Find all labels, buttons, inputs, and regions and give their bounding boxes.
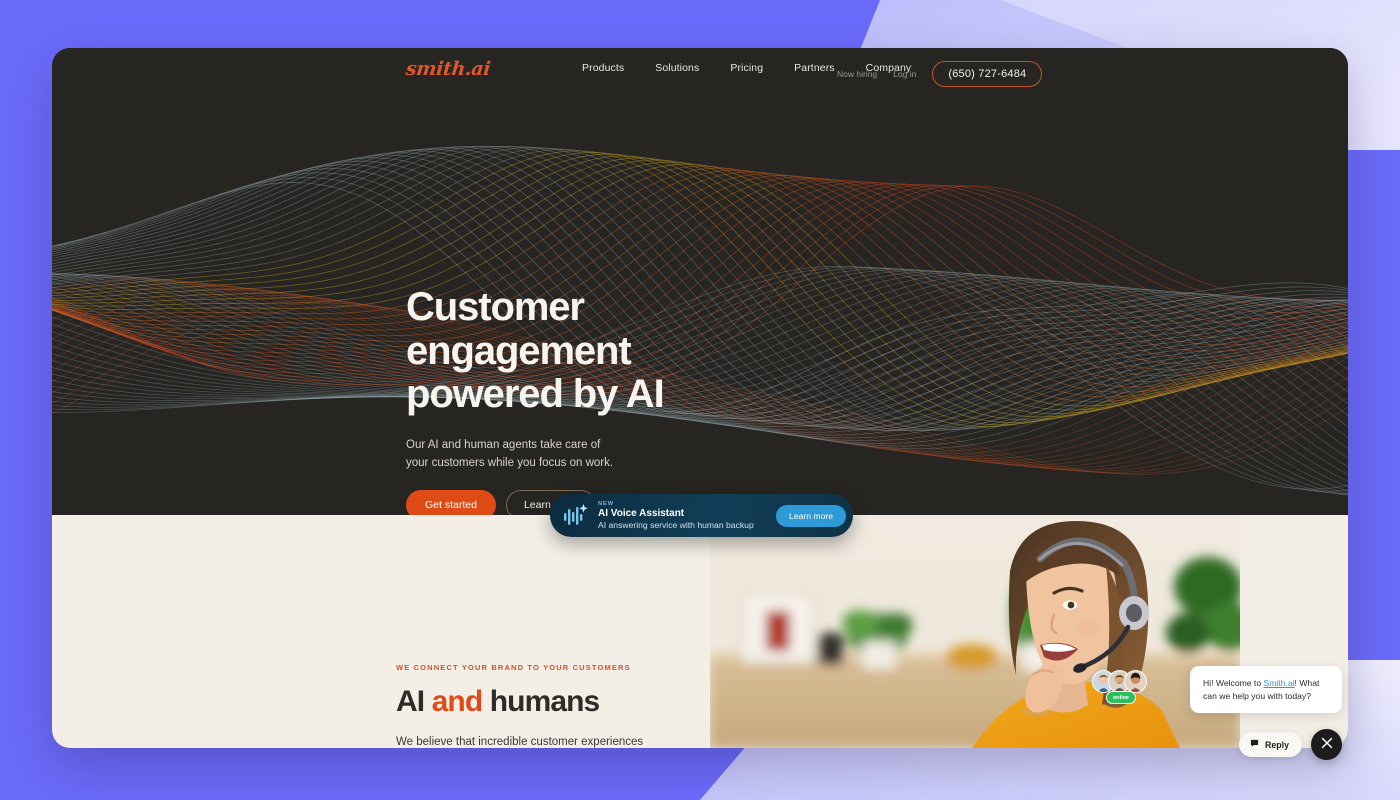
nav-item-products[interactable]: Products [582,62,624,74]
section-body: We believe that incredible customer expe… [396,736,644,748]
headline-line-1: Customer [406,285,585,329]
page-title: Customer engagement powered by AI [406,285,826,417]
chat-widget: online Hi! Welcome to Smith.ai! What can… [1092,666,1342,760]
banner-learn-more-button[interactable]: Learn more [776,504,846,527]
logo[interactable]: smith.ai [405,58,492,80]
phone-number-button[interactable]: (650) 727-6484 [932,61,1043,87]
nav-item-pricing[interactable]: Pricing [730,62,763,74]
avatar [1124,670,1147,694]
hero-copy: Customer engagement powered by AI Our AI… [406,285,826,515]
ai-voice-assistant-banner[interactable]: NEW AI Voice Assistant AI answering serv… [550,494,853,537]
website-card: smith.ai Products Solutions Pricing Part… [52,48,1348,748]
brand-copy: WE CONNECT YOUR BRAND TO YOUR CUSTOMERS … [396,663,696,748]
nav-item-partners[interactable]: Partners [794,62,834,74]
reply-button[interactable]: Reply [1239,732,1302,757]
nav-item-solutions[interactable]: Solutions [655,62,699,74]
hero-section: smith.ai Products Solutions Pricing Part… [52,48,1348,515]
chat-message-bubble: Hi! Welcome to Smith.ai! What can we hel… [1190,666,1342,713]
headline-line-2: engagement [406,328,632,373]
close-chat-button[interactable] [1311,729,1342,760]
chat-message-prefix: Hi! Welcome to [1203,678,1264,689]
smith-ai-link[interactable]: Smith.ai [1264,678,1295,688]
site-navigation: smith.ai Products Solutions Pricing Part… [52,48,1348,92]
banner-subtitle: AI answering service with human backup [598,520,754,530]
banner-text: NEW AI Voice Assistant AI answering serv… [598,501,776,530]
close-icon [1321,737,1333,752]
agent-avatars [1092,670,1147,694]
reply-button-label: Reply [1265,739,1289,750]
heading-part-2: humans [482,685,601,718]
section-eyebrow: WE CONNECT YOUR BRAND TO YOUR CUSTOMERS [396,663,631,672]
banner-new-badge: NEW [598,501,615,507]
get-started-button[interactable]: Get started [406,490,496,515]
nav-utility-group: Now hiring Log in (650) 727-6484 [837,61,1043,87]
chat-actions: Reply [1092,729,1342,760]
now-hiring-link[interactable]: Now hiring [837,69,877,79]
hero-subtext: Our AI and human agents take care of you… [406,438,614,470]
banner-title: AI Voice Assistant [598,508,685,519]
section-heading: AI and humans [396,685,696,719]
online-status-badge: online [1106,691,1136,705]
heading-part-1: AI [396,685,432,718]
log-in-link[interactable]: Log in [893,69,916,79]
waveform-sparkle-icon [563,503,589,529]
heading-accent: and [431,685,484,718]
chat-bubble-icon [1250,739,1259,750]
headline-line-3: powered by AI [406,372,665,417]
chat-message-row: online Hi! Welcome to Smith.ai! What can… [1092,666,1342,713]
